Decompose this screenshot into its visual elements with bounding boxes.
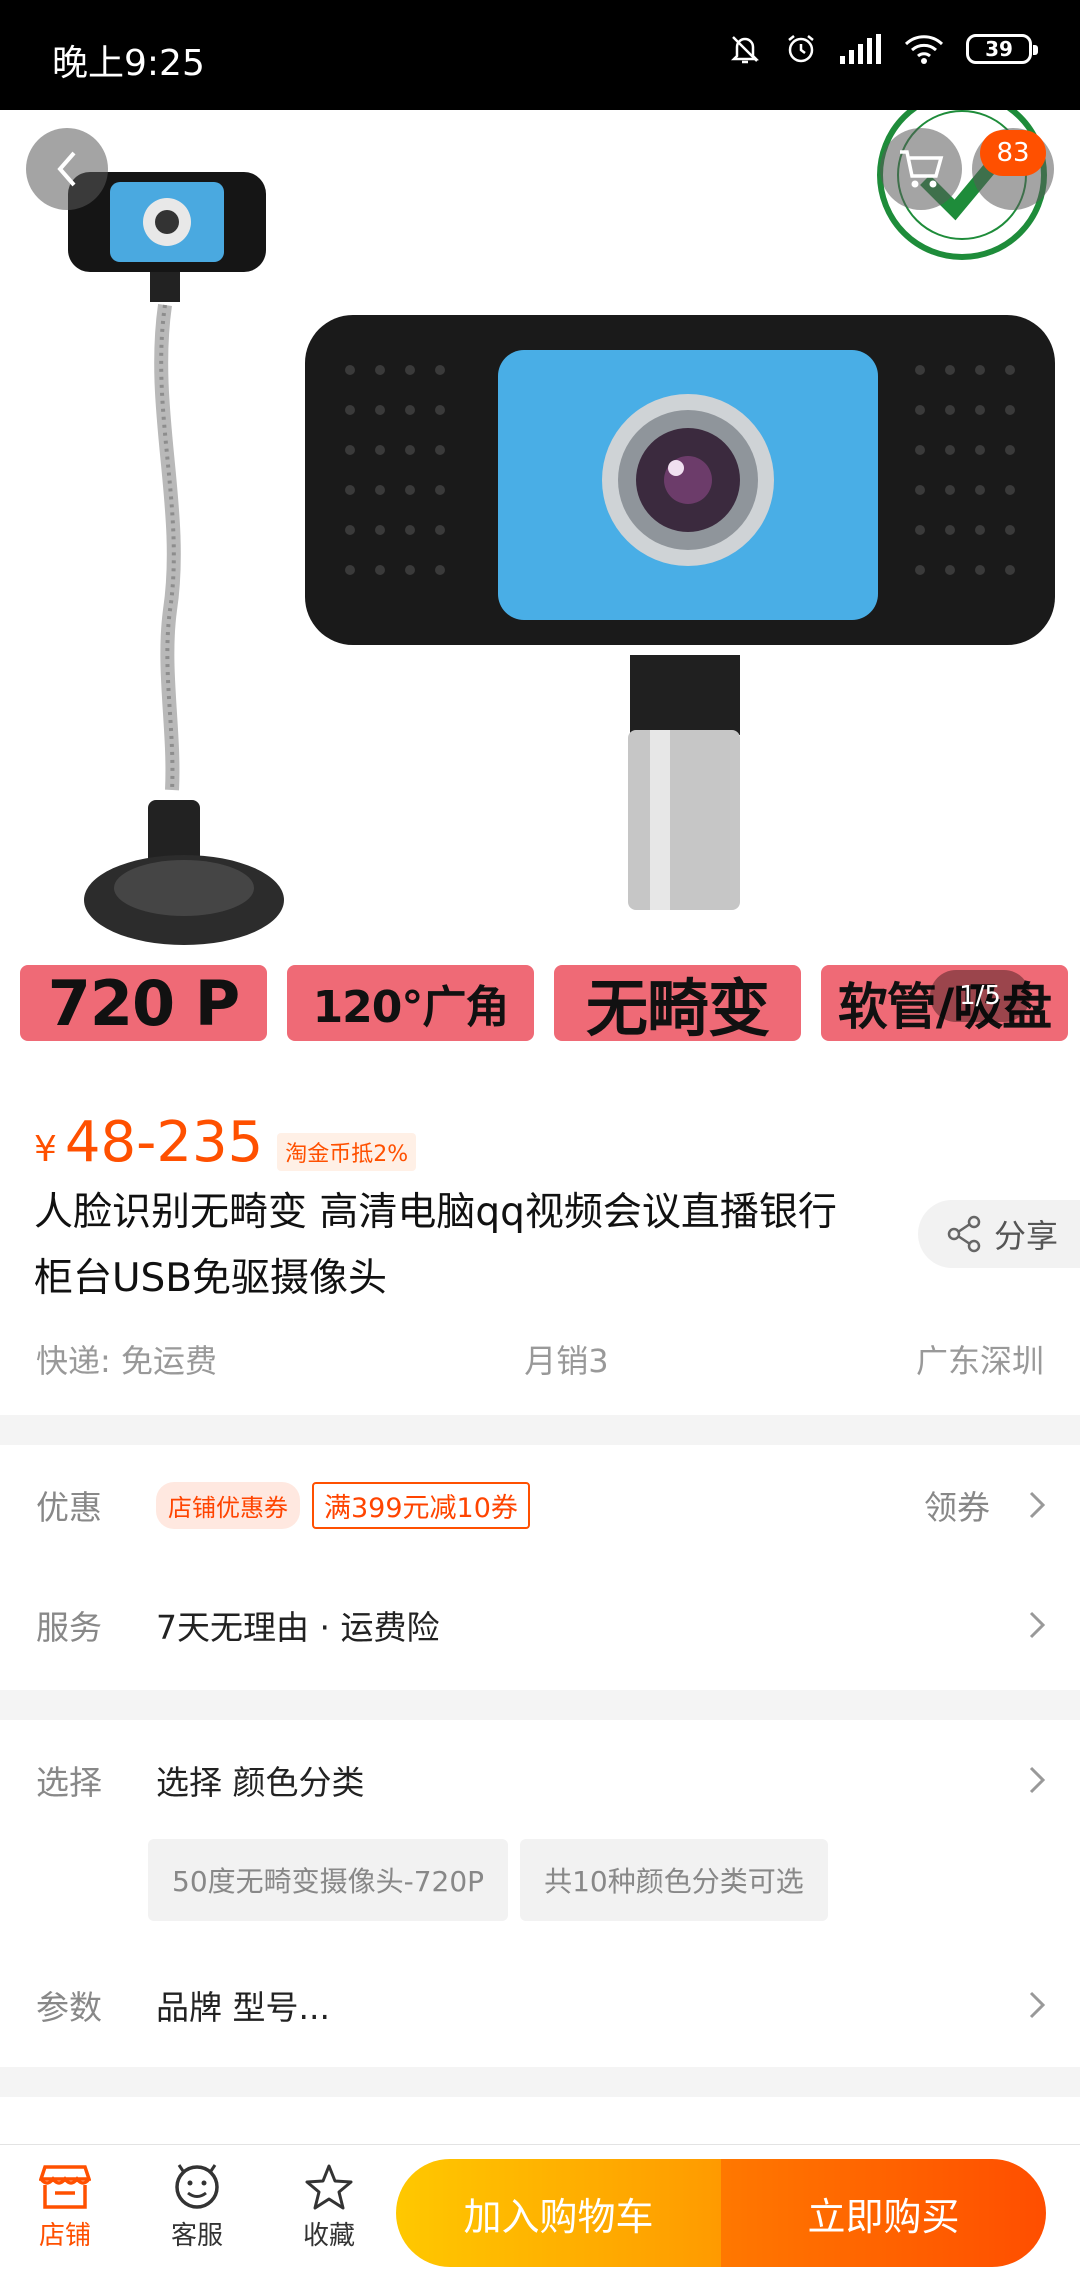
add-to-cart-button[interactable]: 加入购物车 [396,2159,721,2267]
buy-now-button[interactable]: 立即购买 [721,2159,1046,2267]
product-title: 人脸识别无畸变 高清电脑qq视频会议直播银行柜台USB免驱摄像头 [34,1190,837,1301]
price: 48-235 [64,1110,264,1175]
shop-coupon-tag: 店铺优惠券 [156,1481,300,1529]
service-items: 7天无理由 · 运费险 [156,1608,440,1647]
selection-content: 选择 颜色分类 [156,1756,365,1804]
meta-row: 快递: 免运费 月销3 广东深圳 [36,1336,1044,1382]
image-indicator: 1/5 [930,970,1030,1022]
status-time: 晚上9:25 [52,43,205,84]
promo-content: 店铺优惠券 满399元减10券 [156,1481,530,1529]
sku-option-chip[interactable]: 共10种颜色分类可选 [520,1839,828,1921]
product-gallery[interactable]: 83 720 P 120°广角 无畸变 软管/吸盘 1/5 [0,110,1080,1070]
alarm-icon [788,35,814,63]
sku-chips: 50度无畸变摄像头-720P 共10种颜色分类可选 [148,1839,828,1921]
chevron-left-icon [57,151,76,187]
chevron-right-icon [1029,1991,1046,2019]
bottom-action-bar: 店铺 客服 收藏 加入购物车 立即购买 [0,2144,1080,2280]
monthly-sales: 月销3 [524,1342,609,1380]
favorite-label: 收藏 [302,2221,355,2251]
params-content: 品牌 型号... [156,1981,330,2029]
share-label: 分享 [994,1217,1059,1255]
chevron-right-icon [1029,1611,1046,1639]
service-content: 7天无理由 · 运费险 [156,1601,439,1649]
signal-icon [840,34,881,64]
customer-service-label: 客服 [170,2221,223,2251]
feature-chip: 720 P [20,965,267,1041]
favorite-tab[interactable]: 收藏 [284,2163,374,2252]
feature-chip: 无畸变 [554,965,801,1045]
status-icons: 39 [728,32,1038,66]
chevron-right-icon [1029,1766,1046,1794]
service-row[interactable]: 服务 7天无理由 · 运费险 [0,1565,1080,1685]
sku-chip-row: 50度无畸变摄像头-720P 共10种颜色分类可选 [0,1830,1080,1930]
shop-icon [39,2165,91,2209]
cart-count-badge: 83 [980,130,1046,176]
promo-label: 优惠 [36,1488,102,1527]
sku-option-chip[interactable]: 50度无畸变摄像头-720P [148,1839,509,1921]
currency-symbol: ¥ [34,1129,57,1170]
purchase-buttons: 加入购物车 立即购买 [396,2159,1046,2267]
selection-label: 选择 [36,1763,102,1802]
mute-bell-icon [730,36,760,64]
back-button[interactable] [26,128,108,210]
params-row[interactable]: 参数 品牌 型号... [0,1945,1080,2065]
feature-strip: 720 P 120°广角 无畸变 软管/吸盘 [20,965,1068,1045]
promo-service-card: 优惠 店铺优惠券 满399元减10券 领券 服务 7天无理由 · 运费险 [0,1445,1080,1690]
spec-card: 选择 选择 颜色分类 50度无畸变摄像头-720P 共10种颜色分类可选 参数 … [0,1720,1080,2067]
wifi-icon [904,35,944,64]
share-icon [947,1215,981,1253]
feature-chip: 120°广角 [287,965,534,1041]
ship-location: 广东深圳 [915,1342,1044,1380]
params-label: 参数 [36,1988,102,2027]
shipping-info: 快递: 免运费 [36,1342,217,1380]
params-value: 品牌 型号... [156,1988,330,2027]
promo-row[interactable]: 优惠 店铺优惠券 满399元减10券 领券 [0,1445,1080,1565]
share-button[interactable]: 分享 [918,1200,1080,1268]
selection-value: 选择 颜色分类 [156,1763,365,1802]
product-image [0,110,1080,1070]
chevron-right-icon [1029,1491,1046,1519]
product-info-card: ¥ 48-235 淘金币抵2% 人脸识别无畸变 高清电脑qq视频会议直播银行柜台… [0,1070,1080,1415]
shop-label: 店铺 [38,2221,91,2251]
customer-service-icon [175,2164,219,2209]
battery-indicator: 39 [966,34,1038,64]
coin-discount-tag: 淘金币抵2% [277,1133,417,1171]
star-icon [305,2164,353,2210]
price-row: ¥ 48-235 淘金币抵2% [34,1110,417,1175]
service-label: 服务 [36,1608,102,1647]
customer-service-tab[interactable]: 客服 [152,2163,242,2252]
shop-tab[interactable]: 店铺 [20,2163,110,2252]
claim-coupon-link[interactable]: 领券 [924,1481,990,1529]
status-bar: 晚上9:25 39 [0,0,1080,110]
coupon-tag: 满399元减10券 [312,1481,530,1529]
cart-button[interactable] [880,128,962,210]
cart-icon [900,150,944,188]
selection-row[interactable]: 选择 选择 颜色分类 [0,1720,1080,1840]
